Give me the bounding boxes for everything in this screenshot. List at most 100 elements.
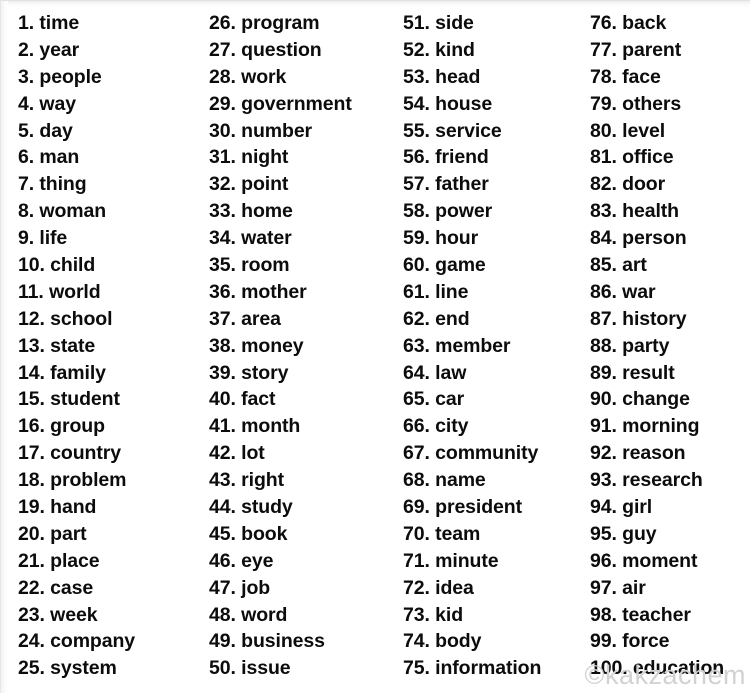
- list-item: 51. side: [403, 10, 575, 37]
- word-label: right: [241, 469, 284, 492]
- word-label: history: [622, 307, 687, 330]
- word-number: 97.: [590, 576, 617, 599]
- list-item: 35. room: [209, 252, 387, 279]
- word-label: president: [435, 496, 523, 519]
- list-item: 74. body: [403, 628, 575, 655]
- word-label: force: [622, 630, 670, 653]
- word-label: part: [50, 522, 87, 545]
- word-entry: 90. change: [590, 388, 690, 410]
- list-item: 45. book: [209, 521, 387, 548]
- list-item: 52. kind: [403, 37, 575, 64]
- word-entry: 49. business: [209, 630, 325, 652]
- list-item: 69. president: [403, 494, 575, 521]
- word-number: 42.: [209, 442, 236, 465]
- word-label: member: [435, 334, 511, 357]
- list-item: 4. way: [18, 91, 191, 118]
- word-label: number: [241, 119, 313, 142]
- word-entry: 64. law: [403, 362, 466, 384]
- list-item: 99. force: [590, 628, 750, 655]
- list-item: 95. guy: [590, 521, 750, 548]
- list-item: 16. group: [18, 413, 191, 440]
- list-item: 78. face: [590, 64, 750, 91]
- list-item: 59. hour: [403, 225, 575, 252]
- word-entry: 66. city: [403, 415, 468, 437]
- list-item: 93. research: [590, 467, 750, 494]
- word-label: year: [39, 38, 80, 61]
- word-number: 70.: [403, 522, 430, 545]
- word-entry: 68. name: [403, 469, 486, 491]
- list-item: 77. parent: [590, 37, 750, 64]
- list-item: 98. teacher: [590, 602, 750, 629]
- word-entry: 9. life: [18, 227, 67, 249]
- list-item: 54. house: [403, 91, 575, 118]
- word-entry: 4. way: [18, 93, 76, 115]
- word-entry: 88. party: [590, 335, 669, 357]
- list-item: 8. woman: [18, 198, 191, 225]
- word-label: education: [632, 657, 725, 680]
- word-entry: 56. friend: [403, 146, 489, 168]
- word-entry: 33. home: [209, 200, 293, 222]
- word-label: law: [435, 361, 467, 384]
- word-number: 58.: [403, 200, 430, 223]
- list-item: 32. point: [209, 171, 387, 198]
- word-label: issue: [241, 657, 291, 680]
- word-entry: 89. result: [590, 362, 675, 384]
- word-entry: 54. house: [403, 93, 492, 115]
- word-label: level: [622, 119, 666, 142]
- list-item: 66. city: [403, 413, 575, 440]
- word-entry: 58. power: [403, 200, 492, 222]
- word-number: 53.: [403, 65, 430, 88]
- word-entry: 71. minute: [403, 550, 499, 572]
- word-label: team: [435, 522, 481, 545]
- word-number: 74.: [403, 630, 430, 653]
- list-item: 44. study: [209, 494, 387, 521]
- word-entry: 63. member: [403, 334, 511, 357]
- list-item: 31. night: [209, 144, 387, 171]
- list-item: 87. history: [590, 306, 750, 333]
- list-item: 96. moment: [590, 548, 750, 575]
- word-label: side: [435, 12, 474, 34]
- word-number: 29.: [209, 92, 236, 115]
- word-entry: 99. force: [590, 630, 669, 652]
- word-number: 12.: [18, 307, 45, 330]
- word-number: 78.: [590, 65, 617, 88]
- word-label: others: [622, 92, 682, 115]
- word-label: idea: [435, 576, 474, 599]
- word-entry: 39. story: [209, 362, 288, 384]
- word-label: hour: [435, 227, 479, 250]
- word-label: family: [50, 361, 106, 384]
- word-number: 20.: [18, 522, 45, 545]
- word-label: money: [241, 334, 304, 357]
- word-number: 46.: [209, 549, 236, 572]
- word-label: room: [241, 254, 290, 277]
- list-item: 48. word: [209, 602, 387, 629]
- list-item: 73. kid: [403, 602, 575, 629]
- word-number: 73.: [403, 603, 430, 626]
- word-number: 2.: [18, 38, 35, 61]
- word-entry: 62. end: [403, 308, 470, 330]
- word-entry: 35. room: [209, 254, 290, 276]
- word-entry: 22. case: [18, 577, 93, 599]
- word-entry: 77. parent: [590, 39, 681, 61]
- list-item: 92. reason: [590, 440, 750, 467]
- word-entry: 53. head: [403, 66, 480, 88]
- word-number: 59.: [403, 227, 430, 250]
- word-number: 52.: [403, 38, 430, 61]
- word-entry: 70. team: [403, 523, 480, 545]
- word-list-page: 1. time 2. year 3. people 4. way 5. day 6. ma…: [0, 0, 750, 693]
- list-item: 58. power: [403, 198, 575, 225]
- word-number: 85.: [590, 254, 617, 277]
- list-item: 9. life: [18, 225, 191, 252]
- word-label: health: [622, 200, 679, 223]
- list-item: 40. fact: [209, 386, 387, 413]
- word-label: company: [50, 630, 136, 653]
- word-number: 36.: [209, 280, 236, 303]
- word-entry: 27. question: [209, 39, 322, 61]
- word-number: 65.: [403, 388, 430, 411]
- word-number: 40.: [209, 388, 236, 411]
- word-number: 61.: [403, 280, 430, 303]
- word-label: world: [49, 280, 101, 303]
- list-item: 49. business: [209, 628, 387, 655]
- list-item: 17. country: [18, 440, 191, 467]
- list-item: 80. level: [590, 118, 750, 145]
